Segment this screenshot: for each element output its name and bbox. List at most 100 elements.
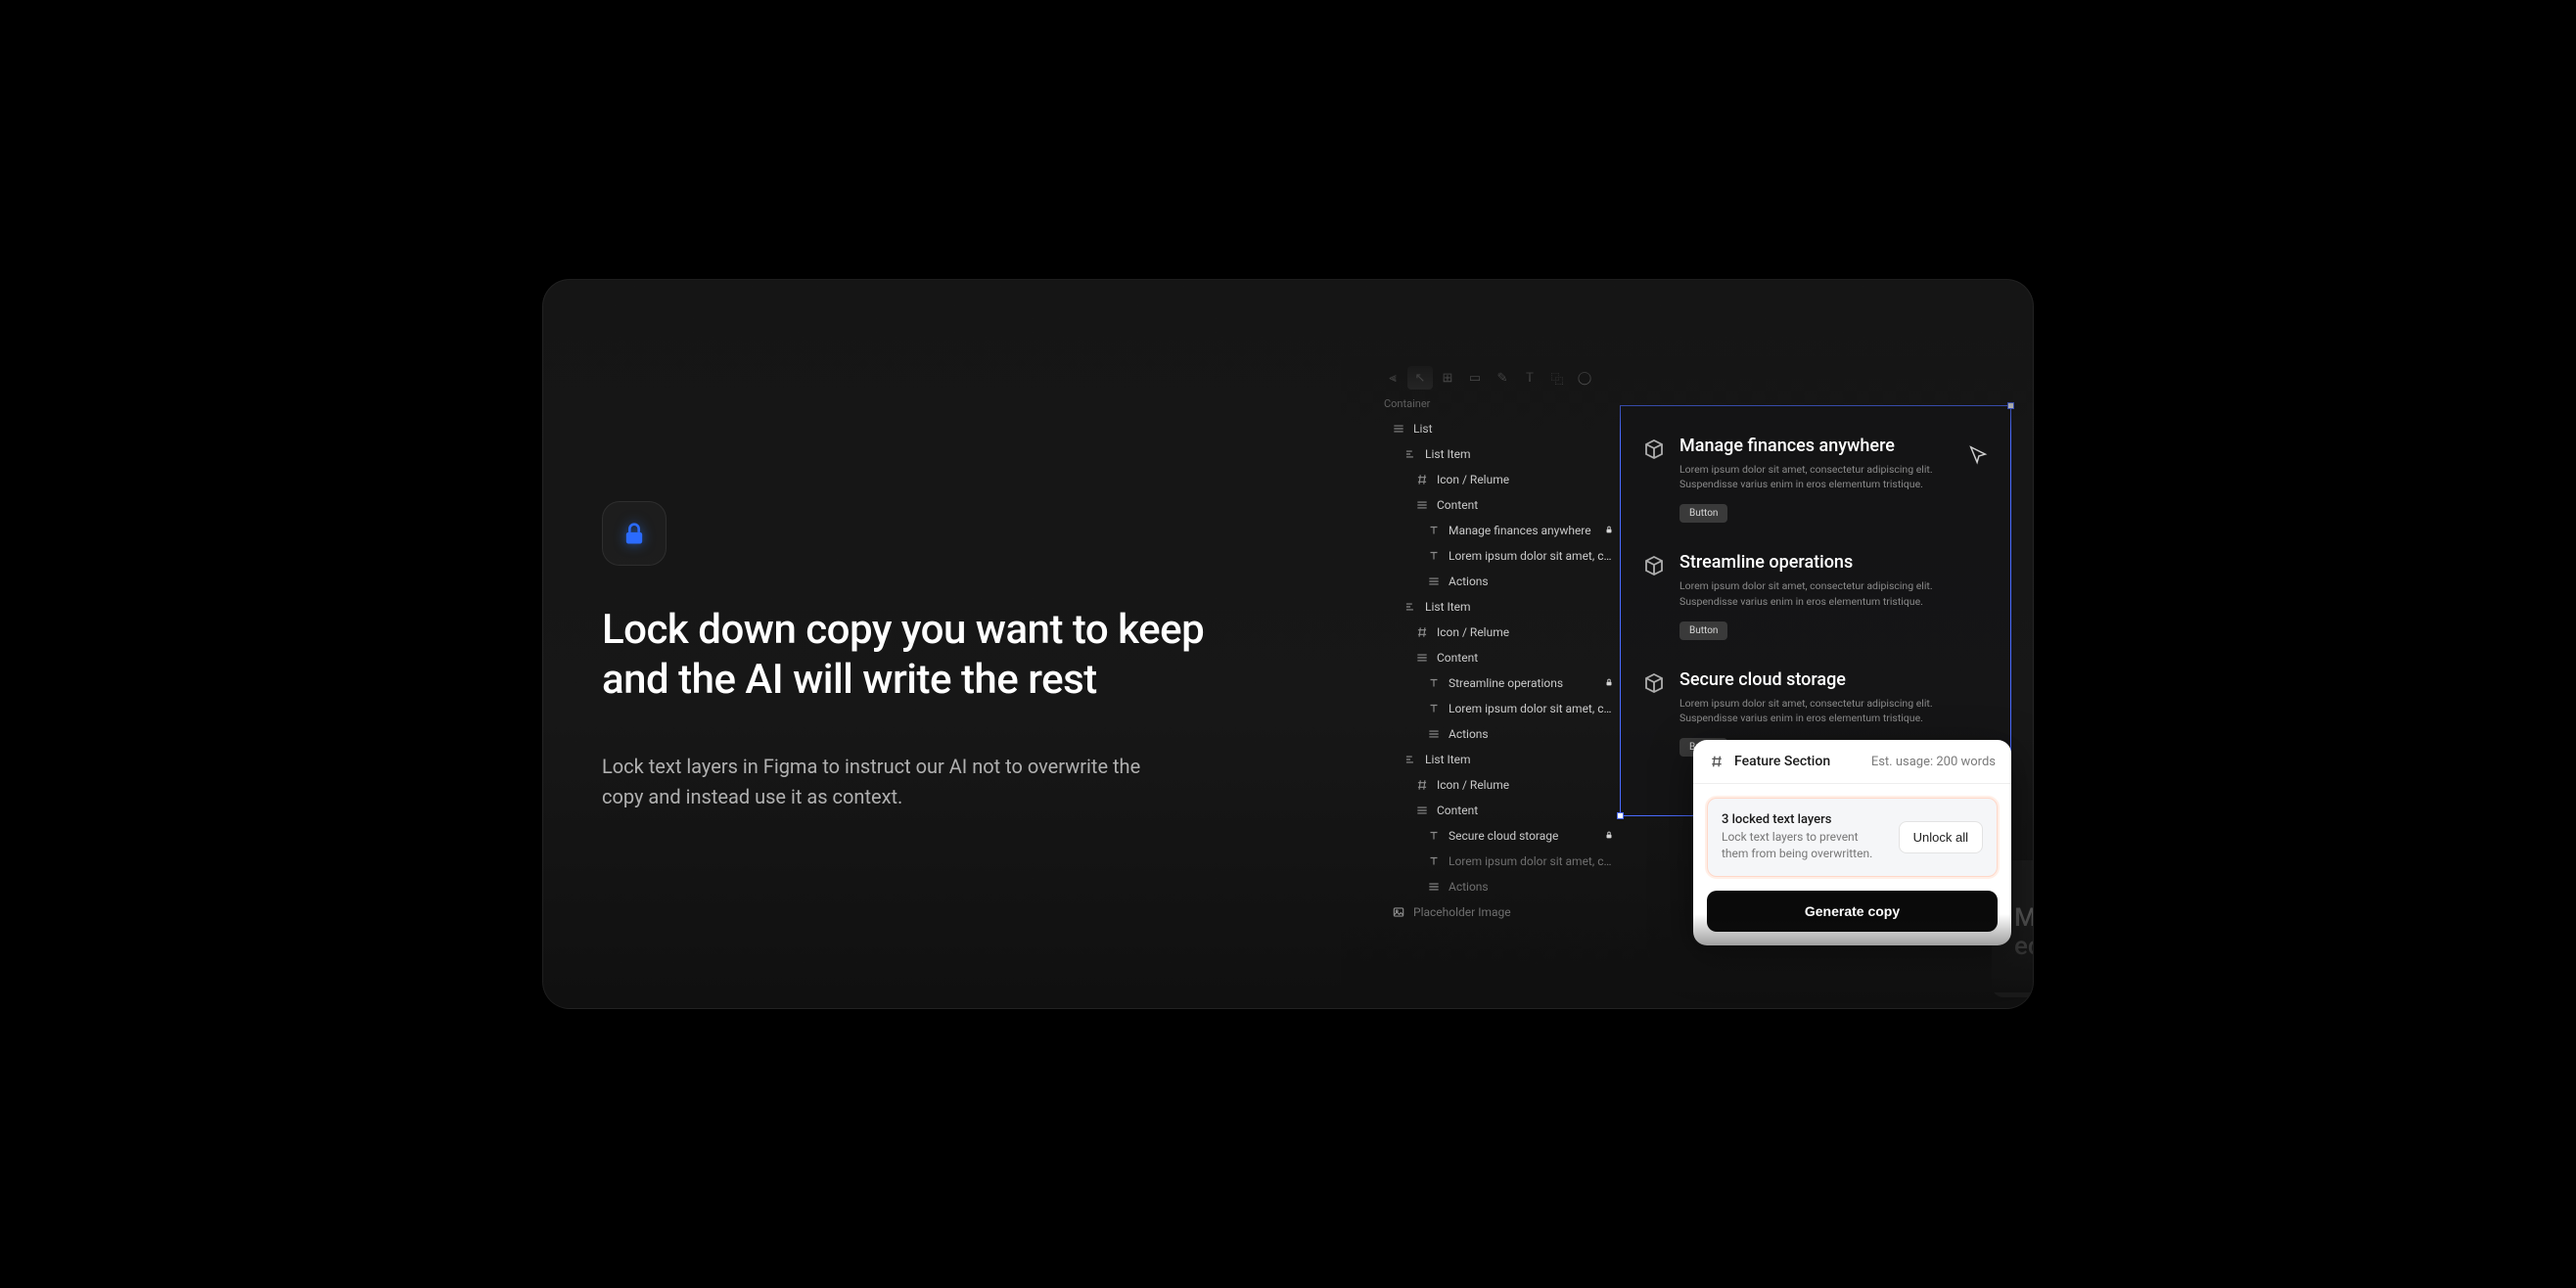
pen-tool-icon[interactable]: ✎ [1490, 366, 1515, 390]
layer-label: Actions [1449, 880, 1614, 894]
layer-label: List Item [1425, 753, 1614, 766]
layer-row[interactable]: Actions [1380, 721, 1620, 747]
layer-row[interactable]: Actions [1380, 874, 1620, 899]
bars-icon [1427, 880, 1441, 894]
layer-label: List Item [1425, 447, 1614, 461]
feature-description: Lorem ipsum dolor sit amet, consectetur … [1679, 578, 1944, 608]
layer-label: Icon / Relume [1437, 473, 1614, 486]
bars-icon [1427, 727, 1441, 741]
frame-tool-icon[interactable]: ⊞ [1435, 366, 1460, 390]
generate-copy-button[interactable]: Generate copy [1707, 891, 1998, 932]
layer-row[interactable]: Icon / Relume [1380, 620, 1620, 645]
layer-row[interactable]: Icon / Relume [1380, 772, 1620, 798]
unlock-all-button[interactable]: Unlock all [1899, 821, 1983, 853]
ai-popover: Feature Section Est. usage: 200 words 3 … [1693, 740, 2011, 945]
layer-label: List [1413, 422, 1614, 436]
feature-description: Lorem ipsum dolor sit amet, consectetur … [1679, 696, 1944, 725]
layer-row[interactable]: Icon / Relume [1380, 467, 1620, 492]
feature-title: Manage finances anywhere [1679, 436, 1944, 456]
layer-row[interactable]: List Item [1380, 441, 1620, 467]
text-icon [1427, 549, 1441, 563]
lock-icon [1604, 830, 1614, 843]
cursor-icon [1967, 444, 1989, 466]
layer-row[interactable]: Actions [1380, 569, 1620, 594]
feature-item: Streamline operations Lorem ipsum dolor s… [1642, 552, 1993, 639]
text-icon [1427, 829, 1441, 843]
feature-item: Manage finances anywhere Lorem ipsum dolo… [1642, 436, 1993, 523]
layer-row[interactable]: Lorem ipsum dolor sit amet, conse… [1380, 543, 1620, 569]
move-tool-icon[interactable]: ↖ [1407, 366, 1433, 390]
shape-tool-icon[interactable]: ▭ [1462, 366, 1488, 390]
layer-label: Actions [1449, 575, 1614, 588]
background-text: Medi ect [2014, 904, 2034, 960]
align-icon [1403, 447, 1417, 461]
bars-icon [1415, 498, 1429, 512]
layer-label: Content [1437, 498, 1614, 512]
layer-row[interactable]: Secure cloud storage [1380, 823, 1620, 849]
locked-layers-notice: 3 locked text layers Lock text layers to… [1707, 798, 1998, 877]
layer-row[interactable]: Content [1380, 492, 1620, 518]
layer-label: Content [1437, 804, 1614, 817]
layer-label: Streamline operations [1449, 676, 1596, 690]
image-icon [1392, 905, 1405, 919]
layer-label: Icon / Relume [1437, 778, 1614, 792]
feature-button[interactable]: Button [1679, 621, 1727, 640]
layer-row[interactable]: List Item [1380, 594, 1620, 620]
hash-icon [1415, 778, 1429, 792]
layer-row[interactable]: Content [1380, 798, 1620, 823]
bars-icon [1415, 651, 1429, 665]
bars-icon [1427, 575, 1441, 588]
bars-icon [1392, 422, 1405, 436]
layer-label: Lorem ipsum dolor sit amet, conse… [1449, 702, 1614, 715]
layer-row[interactable]: Lorem ipsum dolor sit amet, conse… [1380, 696, 1620, 721]
locked-description: Lock text layers to prevent them from be… [1722, 829, 1878, 862]
hero-subhead: Lock text layers in Figma to instruct ou… [602, 752, 1150, 812]
bars-icon [1415, 804, 1429, 817]
text-icon [1427, 524, 1441, 537]
figma-toolbar: ⫷ ↖ ⊞ ▭ ✎ T ⿻ ◯ [1380, 366, 1620, 390]
cube-icon [1642, 437, 1666, 461]
layer-row[interactable]: Content [1380, 645, 1620, 670]
feature-title: Secure cloud storage [1679, 669, 1944, 690]
layer-row[interactable]: Lorem ipsum dolor sit amet, conse… [1380, 849, 1620, 874]
lock-icon [1604, 677, 1614, 690]
layers-panel: ⫷ ↖ ⊞ ▭ ✎ T ⿻ ◯ Container List List Item I… [1380, 366, 1620, 925]
layer-label: Lorem ipsum dolor sit amet, conse… [1449, 549, 1614, 563]
text-icon [1427, 676, 1441, 690]
layer-label: List Item [1425, 600, 1614, 614]
selection-handle-icon[interactable] [2007, 402, 2014, 409]
lock-icon [621, 520, 648, 547]
feature-button[interactable]: Button [1679, 504, 1727, 523]
layer-row[interactable]: List Item [1380, 747, 1620, 772]
feature-description: Lorem ipsum dolor sit amet, consectetur … [1679, 462, 1944, 491]
hash-icon [1415, 625, 1429, 639]
align-left-icon[interactable]: ⫷ [1380, 366, 1405, 390]
text-tool-icon[interactable]: T [1517, 366, 1542, 390]
layer-row[interactable]: Placeholder Image [1380, 899, 1620, 925]
layer-label: Icon / Relume [1437, 625, 1614, 639]
hero-content: Lock down copy you want to keep and the … [602, 501, 1287, 812]
hash-icon [1709, 754, 1725, 769]
layers-root-label: Container [1384, 397, 1620, 410]
layer-label: Actions [1449, 727, 1614, 741]
lock-icon [1604, 525, 1614, 537]
layer-row[interactable]: List [1380, 416, 1620, 441]
component-tool-icon[interactable]: ⿻ [1544, 366, 1570, 390]
feature-card: Lock down copy you want to keep and the … [542, 279, 2034, 1009]
feature-title: Streamline operations [1679, 552, 1944, 573]
text-icon [1427, 702, 1441, 715]
layer-label: Manage finances anywhere [1449, 524, 1596, 537]
comment-tool-icon[interactable]: ◯ [1572, 366, 1597, 390]
align-icon [1403, 600, 1417, 614]
hero-headline: Lock down copy you want to keep and the … [602, 605, 1248, 705]
locked-heading: 3 locked text layers [1722, 812, 1878, 827]
lock-badge [602, 501, 667, 566]
align-icon [1403, 753, 1417, 766]
selection-handle-icon[interactable] [1617, 812, 1624, 819]
layer-row[interactable]: Manage finances anywhere [1380, 518, 1620, 543]
layer-row[interactable]: Streamline operations [1380, 670, 1620, 696]
popover-estimate: Est. usage: 200 words [1871, 755, 1996, 769]
text-icon [1427, 854, 1441, 868]
layer-label: Content [1437, 651, 1614, 665]
layer-label: Lorem ipsum dolor sit amet, conse… [1449, 854, 1614, 868]
